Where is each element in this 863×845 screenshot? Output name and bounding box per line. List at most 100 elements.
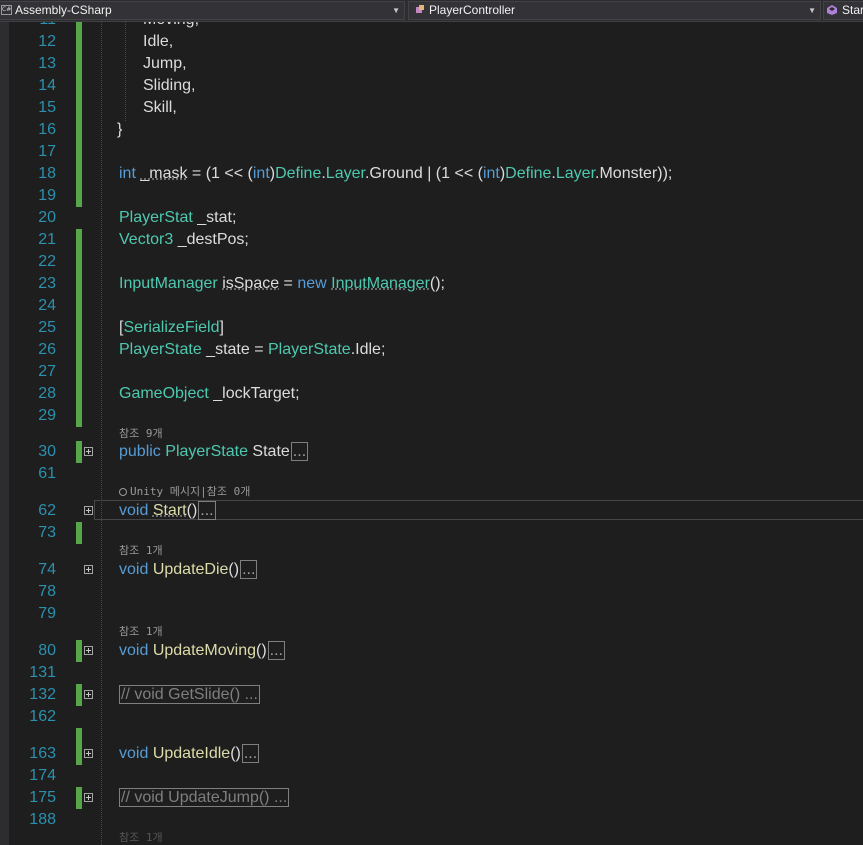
line-number: 79 [38, 605, 56, 622]
line-number: 22 [38, 253, 56, 270]
expand-region-icon[interactable] [84, 646, 93, 655]
expand-region-icon[interactable] [84, 690, 93, 699]
change-marker [76, 75, 82, 97]
code-line: 13 Jump, [0, 53, 863, 75]
codelens-references[interactable]: 참조 1개 [119, 831, 163, 845]
collapsed-comment-region[interactable]: // void GetSlide() ... [119, 685, 260, 704]
line-number: 24 [38, 297, 56, 314]
expand-region-icon[interactable] [84, 506, 93, 515]
collapsed-comment-region[interactable]: // void UpdateJump() ... [119, 788, 290, 807]
code-text: PlayerStat _stat; [119, 209, 237, 226]
code-line: 29 [0, 405, 863, 427]
code-line: 21 Vector3 _destPos; [0, 229, 863, 251]
line-number: 163 [29, 745, 56, 762]
codelens-unity-message[interactable]: Unity 메시지|참조 0개 [119, 485, 250, 499]
line-number: 78 [38, 583, 56, 600]
code-line: 80 void UpdateMoving()... [0, 640, 863, 662]
line-number: 61 [38, 465, 56, 482]
line-number: 18 [38, 165, 56, 182]
change-marker [76, 383, 82, 405]
code-line: 162 [0, 706, 863, 728]
collapsed-region[interactable]: ... [241, 744, 260, 763]
line-number: 20 [38, 209, 56, 226]
expand-region-icon[interactable] [84, 447, 93, 456]
code-line: 11 Moving, [0, 21, 863, 31]
change-marker [76, 251, 82, 273]
line-number: 80 [38, 642, 56, 659]
line-number: 29 [38, 407, 56, 424]
line-number: 30 [38, 443, 56, 460]
change-marker [76, 743, 82, 765]
line-number: 14 [38, 77, 56, 94]
change-marker [76, 97, 82, 119]
code-line: 188 [0, 809, 863, 831]
code-line: 78 [0, 581, 863, 603]
codelens-references[interactable]: 참조 1개 [119, 544, 163, 558]
code-text: Skill, [143, 99, 177, 116]
change-marker [76, 141, 82, 163]
change-marker [76, 273, 82, 295]
code-text: Vector3 _destPos; [119, 231, 249, 248]
expand-region-icon[interactable] [84, 565, 93, 574]
codelens-references[interactable]: 참조 1개 [119, 625, 163, 639]
change-marker [76, 441, 82, 463]
change-marker [76, 119, 82, 141]
line-number: 26 [38, 341, 56, 358]
line-number: 19 [38, 187, 56, 204]
code-text: InputManager isSpace = new InputManager(… [119, 275, 445, 292]
expand-region-icon[interactable] [84, 749, 93, 758]
change-marker [76, 522, 82, 544]
change-marker [76, 53, 82, 75]
code-line: 30 public PlayerState State... [0, 441, 863, 463]
class-dropdown[interactable]: PlayerController ▼ [408, 1, 821, 20]
collapsed-region[interactable]: ... [240, 560, 258, 579]
class-icon [416, 5, 424, 13]
code-line: 61 [0, 463, 863, 485]
change-marker [76, 185, 82, 207]
code-line: 14 Sliding, [0, 75, 863, 97]
line-number: 74 [38, 561, 56, 578]
code-line: 174 [0, 765, 863, 787]
line-number: 174 [29, 767, 56, 784]
code-text: } [117, 121, 123, 138]
code-text: [SerializeField] [119, 319, 224, 336]
code-line-current: 62 void Start()... [0, 500, 863, 522]
line-number: 73 [38, 524, 56, 541]
code-line: 163 void UpdateIdle()... [0, 743, 863, 765]
code-text: PlayerState _state = PlayerState.Idle; [119, 341, 386, 358]
code-text: void UpdateIdle()... [119, 744, 260, 763]
code-line: 79 [0, 603, 863, 625]
collapsed-region[interactable]: ... [267, 641, 285, 660]
code-line: 17 [0, 141, 863, 163]
navigation-bar: C# Assembly-CSharp ▼ PlayerController ▼ … [0, 0, 863, 22]
code-text: Jump, [143, 55, 187, 72]
code-text: Idle, [143, 33, 174, 50]
code-text: void UpdateDie()... [119, 560, 258, 579]
change-marker [76, 405, 82, 427]
collapsed-region[interactable]: ... [198, 501, 216, 520]
method-icon [827, 5, 837, 15]
expand-region-icon[interactable] [84, 793, 93, 802]
code-line: 12 Idle, [0, 31, 863, 53]
code-line: 26 PlayerState _state = PlayerState.Idle… [0, 339, 863, 361]
code-line: 131 [0, 662, 863, 684]
codelens-references[interactable]: 참조 9개 [119, 427, 163, 441]
code-line: 15 Skill, [0, 97, 863, 119]
editor-pane[interactable]: 11 Moving, 12 Idle, 13 Jump, 14 Sliding,… [0, 21, 863, 845]
code-line: 27 [0, 361, 863, 383]
change-marker [76, 339, 82, 361]
project-dropdown-label: Assembly-CSharp [15, 3, 112, 17]
member-dropdown-label: Start [842, 3, 863, 17]
code-text: Sliding, [143, 77, 196, 94]
line-number: 15 [38, 99, 56, 116]
member-dropdown[interactable]: Start [823, 1, 863, 20]
code-line: 24 [0, 295, 863, 317]
code-line: 28 GameObject _lockTarget; [0, 383, 863, 405]
code-line: 22 [0, 251, 863, 273]
change-marker [76, 640, 82, 662]
line-number: 175 [29, 789, 56, 806]
project-dropdown[interactable]: C# Assembly-CSharp ▼ [0, 1, 405, 20]
collapsed-region[interactable]: ... [290, 442, 309, 461]
line-number: 16 [38, 121, 56, 138]
csharp-project-icon: C# [1, 5, 12, 15]
